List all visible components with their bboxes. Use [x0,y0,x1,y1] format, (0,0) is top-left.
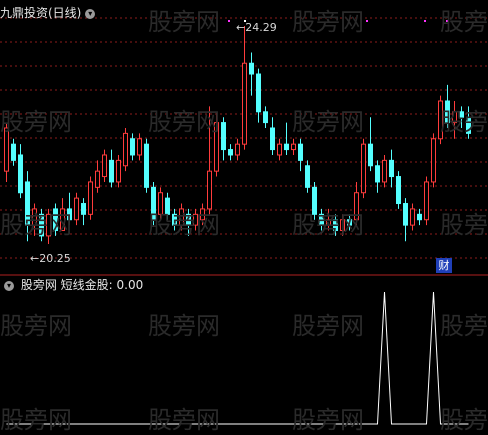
high-price-label: ←24.29 [236,21,277,34]
indicator-panel-header: ▾ 股旁网 短线金股: 0.00 [4,276,143,293]
candle-body [228,149,233,156]
candle-body [249,62,254,75]
candle-body [18,154,23,194]
candle-body [291,143,296,151]
finance-badge[interactable]: 财 [436,258,452,273]
candle-body [403,203,408,226]
candle-body [95,170,100,188]
low-price-label: ←20.25 [30,252,71,265]
watermark: 股旁网 [0,211,72,239]
candle-body [109,159,114,183]
candle-body [235,143,240,156]
candle-body [375,165,380,183]
candle-body [74,197,79,221]
watermark: 股旁网 [292,108,364,136]
watermark: 股旁网 [440,8,488,36]
candle-body [123,132,128,167]
marker-dot [228,20,230,22]
arrow-icon: ← [30,252,40,265]
candle-body [207,170,212,210]
candle-body [144,143,149,188]
candle-body [88,181,93,215]
candle-body [396,176,401,205]
watermark: 股旁网 [292,312,364,340]
candle-body [263,111,268,124]
indicator-name[interactable]: 股旁网 [21,278,57,292]
watermark: 股旁网 [0,406,72,434]
watermark: 股旁网 [148,8,220,36]
candle-body [389,159,394,178]
candle-body [137,138,142,156]
candle-body [368,143,373,167]
stock-title: 九鼎投资(日线) [0,6,82,20]
watermark: 股旁网 [148,211,220,239]
candle-body [410,208,415,226]
watermark: 股旁网 [292,406,364,434]
watermark: 股旁网 [440,108,488,136]
candle-body [11,143,16,161]
candle-body [417,213,422,221]
watermark: 股旁网 [440,406,488,434]
candle-body [256,73,261,113]
candle-body [277,143,282,156]
candle-body [284,143,289,151]
candle-body [81,203,86,215]
signal-line [6,291,469,425]
candle-body [270,127,275,151]
candle-body [298,143,303,161]
watermark: 股旁网 [440,312,488,340]
candle-body [431,138,436,183]
chevron-down-icon[interactable]: ▾ [4,280,14,291]
price-panel-header: 九鼎投资(日线) ▾ [0,4,98,21]
marker-dot [424,20,426,22]
candle-body [221,122,226,151]
watermark: 股旁网 [292,211,364,239]
candle-body [305,165,310,188]
watermark: 股旁网 [440,211,488,239]
watermark: 股旁网 [0,108,72,136]
watermark: 股旁网 [0,312,72,340]
candle-body [382,159,387,183]
chart-canvas [0,17,488,425]
indicator-value-label: 短线金股: 0.00 [60,278,144,292]
arrow-icon: ← [236,21,246,34]
candle-body [116,159,121,183]
candle-body [361,143,366,194]
candle-body [424,181,429,221]
chevron-down-icon[interactable]: ▾ [85,8,96,19]
watermark: 股旁网 [148,108,220,136]
signal-line-series [6,291,469,425]
candle-body [130,138,135,156]
watermark: 股旁网 [148,312,220,340]
marker-dot [366,20,368,22]
watermark: 股旁网 [292,8,364,36]
candle-body [242,62,247,145]
candle-body [102,154,107,178]
watermark: 股旁网 [148,406,220,434]
candlestick-series [4,26,471,244]
